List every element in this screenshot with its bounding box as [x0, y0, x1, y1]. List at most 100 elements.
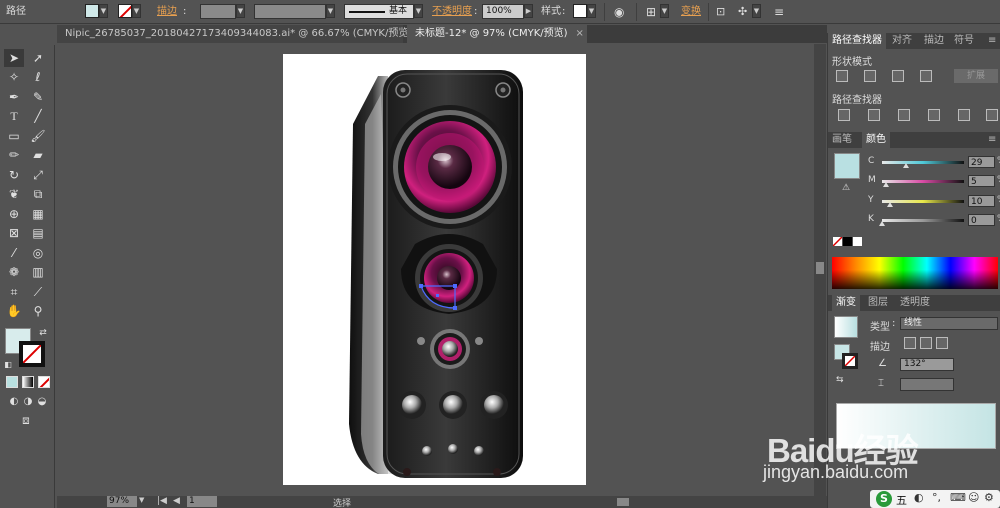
- fill-swatch[interactable]: [85, 4, 99, 18]
- color-mode-button[interactable]: [6, 376, 18, 388]
- recolor-artwork-icon[interactable]: ◉: [614, 4, 624, 20]
- ime-toolbar[interactable]: S 五 ◐ °, ⌨ ☺ ⚙: [870, 490, 1000, 508]
- scale-tool-icon[interactable]: ⤢: [28, 166, 48, 184]
- stroke-weight-field[interactable]: [200, 4, 236, 19]
- reverse-gradient-icon[interactable]: ⇆: [836, 375, 844, 385]
- channel-value-field[interactable]: 29: [968, 156, 995, 168]
- slice-tool-icon[interactable]: ⟋: [28, 283, 48, 301]
- gradient-type-select[interactable]: 线性: [900, 317, 998, 330]
- chevron-right-icon[interactable]: ▶: [524, 4, 533, 18]
- minus-back-icon[interactable]: [986, 109, 998, 121]
- channel-slider-knob[interactable]: [887, 202, 894, 207]
- zoom-tool-icon[interactable]: ⚲: [28, 302, 48, 320]
- selection-tool-icon[interactable]: ➤: [4, 49, 24, 67]
- shape-builder-tool-icon[interactable]: ⊕: [4, 205, 24, 223]
- artboard-tool-icon[interactable]: ⌗: [4, 283, 24, 301]
- lasso-tool-icon[interactable]: ℓ: [28, 68, 48, 86]
- keyboard-icon[interactable]: ⌨: [950, 491, 966, 504]
- magic-wand-tool-icon[interactable]: ✧: [4, 68, 24, 86]
- divide-icon[interactable]: [838, 109, 850, 121]
- type-tool-icon[interactable]: T: [4, 107, 24, 125]
- prev-page-icon[interactable]: ◀: [173, 496, 180, 506]
- rotate-tool-icon[interactable]: ↻: [4, 166, 24, 184]
- first-page-icon[interactable]: |◀: [157, 496, 167, 506]
- symbol-sprayer-tool-icon[interactable]: ❁: [4, 263, 24, 281]
- stroke-label[interactable]: 描边: [157, 4, 177, 20]
- trim-icon[interactable]: [868, 109, 880, 121]
- rectangle-tool-icon[interactable]: ▭: [4, 127, 24, 145]
- screen-mode-icon[interactable]: ⧈: [16, 411, 36, 429]
- chevron-down-icon[interactable]: ▼: [132, 4, 141, 18]
- punctuation-icon[interactable]: °,: [932, 491, 941, 504]
- fill-swatch-group[interactable]: ▼: [85, 4, 108, 20]
- sogou-icon[interactable]: S: [876, 491, 892, 507]
- stroke-color-box[interactable]: [19, 341, 45, 367]
- stroke-swatch-group[interactable]: ▼: [118, 4, 141, 20]
- page-field[interactable]: 1: [187, 496, 217, 507]
- chevron-down-icon[interactable]: ▼: [752, 4, 761, 18]
- ime-mode-label[interactable]: 五: [896, 492, 907, 508]
- aspect-ratio-field[interactable]: [900, 378, 954, 391]
- channel-value-field[interactable]: 10: [968, 195, 995, 207]
- tab-document-1[interactable]: Nipic_26785037_20180427173409344083.ai* …: [57, 25, 429, 43]
- color-channel-k[interactable]: K0%: [868, 214, 1000, 228]
- tab-color[interactable]: 颜色: [862, 132, 890, 148]
- warp-tool-icon[interactable]: ❦: [4, 185, 24, 203]
- out-of-gamut-icon[interactable]: ⚠: [842, 183, 850, 193]
- chevron-down-icon[interactable]: ▼: [587, 4, 596, 18]
- tab-brushes[interactable]: 画笔: [832, 132, 852, 148]
- free-transform-tool-icon[interactable]: ⧉: [28, 185, 48, 203]
- outline-icon[interactable]: [958, 109, 970, 121]
- stroke-across-icon[interactable]: [936, 337, 948, 349]
- stroke-none-swatch[interactable]: [118, 4, 132, 18]
- angle-field[interactable]: 132°: [900, 358, 954, 371]
- gradient-tool-icon[interactable]: ▤: [28, 224, 48, 242]
- tab-transparency[interactable]: 透明度: [900, 295, 930, 311]
- channel-slider-track[interactable]: [882, 180, 964, 183]
- intersect-icon[interactable]: [892, 70, 904, 82]
- chevron-down-icon[interactable]: ▼: [414, 4, 423, 18]
- isolate-icon[interactable]: ⊡: [716, 4, 725, 20]
- canvas-area[interactable]: [57, 44, 814, 496]
- opacity-field[interactable]: 100%: [482, 4, 524, 19]
- variable-width-profile[interactable]: [254, 4, 326, 19]
- chevron-down-icon[interactable]: ▼: [660, 4, 669, 18]
- white-color-box[interactable]: [853, 237, 862, 246]
- black-color-box[interactable]: [843, 237, 852, 246]
- close-icon[interactable]: ×: [576, 25, 584, 43]
- artboard[interactable]: [283, 54, 586, 485]
- stroke-along-icon[interactable]: [920, 337, 932, 349]
- stroke-within-icon[interactable]: [904, 337, 916, 349]
- channel-slider-track[interactable]: [882, 200, 964, 203]
- perspective-grid-tool-icon[interactable]: ▦: [28, 205, 48, 223]
- exclude-icon[interactable]: [920, 70, 932, 82]
- channel-slider-knob[interactable]: [879, 221, 885, 226]
- channel-slider-knob[interactable]: [902, 163, 909, 168]
- none-mode-button[interactable]: [38, 376, 50, 388]
- merge-icon[interactable]: [898, 109, 910, 121]
- tab-document-2[interactable]: 未标题-12* @ 97% (CMYK/预览) ×: [407, 25, 587, 43]
- graphic-style-swatch[interactable]: [573, 4, 587, 18]
- channel-value-field[interactable]: 0: [968, 214, 995, 226]
- swap-fill-stroke-icon[interactable]: ⇄: [37, 324, 49, 342]
- speaker-artwork[interactable]: [283, 54, 586, 485]
- tab-layers[interactable]: 图层: [868, 295, 888, 311]
- pen-tool-icon[interactable]: ✒: [4, 88, 24, 106]
- panel-menu-icon[interactable]: ≡: [988, 132, 996, 148]
- style-swatch-group[interactable]: ▼: [573, 4, 596, 20]
- hand-tool-icon[interactable]: ✋: [4, 302, 24, 320]
- chevron-down-icon[interactable]: ▼: [99, 4, 108, 18]
- expand-button[interactable]: 扩展: [954, 69, 998, 83]
- half-width-icon[interactable]: ◐: [914, 491, 924, 504]
- eraser-tool-icon[interactable]: ▰: [28, 146, 48, 164]
- status-scroll-thumb[interactable]: [617, 498, 629, 506]
- panel-menu-icon[interactable]: ≡: [774, 4, 784, 20]
- none-color-box[interactable]: [833, 237, 842, 246]
- transform-link[interactable]: 变换: [681, 4, 701, 20]
- tab-pathfinder[interactable]: 路径查找器: [828, 33, 886, 49]
- zoom-field[interactable]: 97%: [107, 496, 137, 507]
- tab-stroke[interactable]: 描边: [924, 33, 944, 49]
- color-fill-swatch[interactable]: [834, 153, 860, 179]
- chevron-down-icon[interactable]: ▼: [139, 496, 144, 504]
- line-tool-icon[interactable]: ╱: [28, 107, 48, 125]
